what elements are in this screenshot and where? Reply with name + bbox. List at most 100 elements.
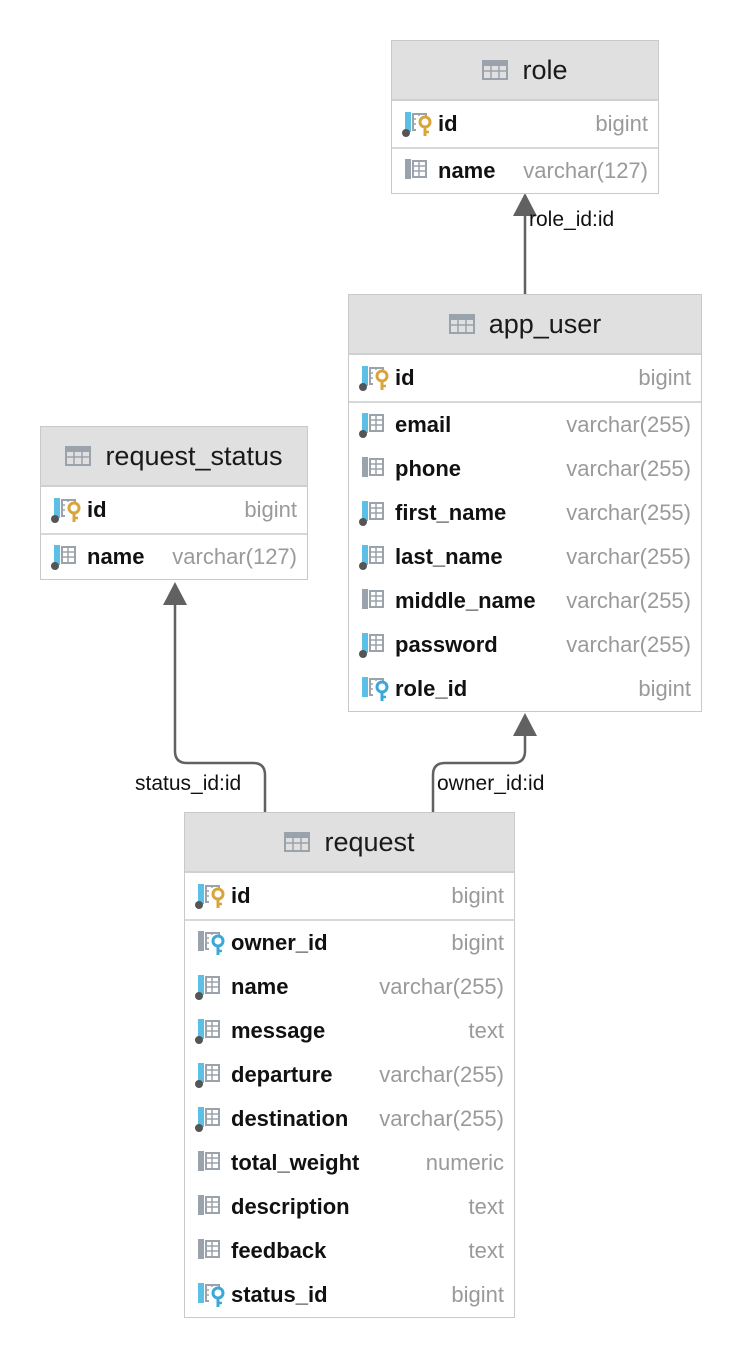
column-list: id bigint name varchar(127) bbox=[392, 101, 658, 193]
column-type: text bbox=[468, 1238, 504, 1263]
column-name: id bbox=[87, 497, 107, 522]
not-null-column-icon bbox=[359, 631, 391, 659]
table-icon bbox=[65, 446, 92, 466]
column-row-first-name[interactable]: first_name varchar(255) bbox=[349, 491, 701, 535]
column-type: varchar(255) bbox=[566, 456, 691, 481]
entity-role[interactable]: role id bigint name varchar(127) bbox=[391, 40, 659, 194]
column-type: varchar(255) bbox=[566, 544, 691, 569]
table-icon bbox=[482, 60, 509, 80]
foreign-key-column-icon bbox=[359, 675, 391, 703]
column-row-total-weight[interactable]: total_weight numeric bbox=[185, 1141, 514, 1185]
not-null-column-icon bbox=[195, 1105, 227, 1133]
column-row-status-id[interactable]: status_id bigint bbox=[185, 1273, 514, 1317]
arrowhead-request-status bbox=[163, 582, 187, 605]
column-type: bigint bbox=[451, 930, 504, 955]
column-row-role-id[interactable]: role_id bigint bbox=[349, 667, 701, 711]
table-icon bbox=[448, 314, 475, 334]
edge-label-owner: owner_id:id bbox=[437, 772, 545, 795]
foreign-key-column-icon bbox=[195, 1281, 227, 1309]
column-row-middle-name[interactable]: middle_name varchar(255) bbox=[349, 579, 701, 623]
entity-app-user[interactable]: app_user id bigint email varchar(255) phone v… bbox=[348, 294, 702, 712]
column-type: text bbox=[468, 1018, 504, 1043]
column-icon bbox=[195, 1193, 227, 1221]
column-icon bbox=[402, 157, 434, 185]
column-row-name[interactable]: name varchar(255) bbox=[185, 965, 514, 1009]
column-row-owner-id[interactable]: owner_id bigint bbox=[185, 921, 514, 965]
entity-title: request_status bbox=[105, 440, 283, 471]
column-type: varchar(127) bbox=[523, 158, 648, 183]
column-row-id[interactable]: id bigint bbox=[41, 487, 307, 535]
entity-header: role bbox=[392, 41, 658, 101]
foreign-key-column-icon bbox=[195, 929, 227, 957]
not-null-column-icon bbox=[359, 543, 391, 571]
column-row-departure[interactable]: departure varchar(255) bbox=[185, 1053, 514, 1097]
column-row-phone[interactable]: phone varchar(255) bbox=[349, 447, 701, 491]
column-row-id[interactable]: id bigint bbox=[392, 101, 658, 149]
entity-request[interactable]: request id bigint owner_id bigint name varcha… bbox=[184, 812, 515, 1318]
column-type: varchar(255) bbox=[379, 1106, 504, 1131]
column-name: last_name bbox=[395, 544, 503, 569]
column-row-password[interactable]: password varchar(255) bbox=[349, 623, 701, 667]
column-icon bbox=[359, 455, 391, 483]
column-name: feedback bbox=[231, 1238, 327, 1263]
column-row-email[interactable]: email varchar(255) bbox=[349, 403, 701, 447]
arrowhead-app-user bbox=[513, 713, 537, 736]
table-icon bbox=[284, 832, 311, 852]
edge-label-role: role_id:id bbox=[529, 208, 615, 231]
column-name: status_id bbox=[231, 1282, 328, 1307]
column-type: bigint bbox=[451, 883, 504, 908]
primary-key-column-icon bbox=[195, 882, 227, 910]
column-name: phone bbox=[395, 456, 461, 481]
column-name: first_name bbox=[395, 500, 507, 525]
not-null-column-icon bbox=[195, 1061, 227, 1089]
column-row-name[interactable]: name varchar(127) bbox=[41, 535, 307, 579]
not-null-column-icon bbox=[195, 973, 227, 1001]
entity-header: request bbox=[185, 813, 514, 873]
column-row-id[interactable]: id bigint bbox=[349, 355, 701, 403]
entity-request-status[interactable]: request_status id bigint name varchar(127) bbox=[40, 426, 308, 580]
edge-label-status: status_id:id bbox=[135, 772, 242, 795]
not-null-column-icon bbox=[359, 411, 391, 439]
primary-key-column-icon bbox=[402, 110, 434, 138]
column-type: bigint bbox=[244, 497, 297, 522]
column-type: varchar(255) bbox=[379, 974, 504, 999]
column-row-id[interactable]: id bigint bbox=[185, 873, 514, 921]
column-name: total_weight bbox=[231, 1150, 360, 1175]
column-list: id bigint email varchar(255) phone varchar(25… bbox=[349, 355, 701, 711]
column-row-message[interactable]: message text bbox=[185, 1009, 514, 1053]
column-type: varchar(255) bbox=[566, 632, 691, 657]
column-type: varchar(255) bbox=[566, 588, 691, 613]
column-type: bigint bbox=[638, 365, 691, 390]
column-name: departure bbox=[231, 1062, 333, 1087]
not-null-column-icon bbox=[195, 1017, 227, 1045]
column-type: varchar(127) bbox=[172, 544, 297, 569]
column-name: name bbox=[438, 158, 496, 183]
column-row-last-name[interactable]: last_name varchar(255) bbox=[349, 535, 701, 579]
column-name: name bbox=[87, 544, 145, 569]
column-type: bigint bbox=[595, 111, 648, 136]
column-type: numeric bbox=[425, 1150, 504, 1175]
column-name: password bbox=[395, 632, 498, 657]
entity-header: app_user bbox=[349, 295, 701, 355]
column-type: varchar(255) bbox=[566, 412, 691, 437]
primary-key-column-icon bbox=[359, 364, 391, 392]
entity-title: app_user bbox=[488, 308, 602, 339]
not-null-column-icon bbox=[51, 543, 83, 571]
entity-header: request_status bbox=[41, 427, 307, 487]
column-type: text bbox=[468, 1194, 504, 1219]
column-row-description[interactable]: description text bbox=[185, 1185, 514, 1229]
column-list: id bigint owner_id bigint name varchar(255) me… bbox=[185, 873, 514, 1317]
column-row-destination[interactable]: destination varchar(255) bbox=[185, 1097, 514, 1141]
column-type: bigint bbox=[451, 1282, 504, 1307]
column-name: role_id bbox=[395, 676, 468, 701]
column-name: email bbox=[395, 412, 452, 437]
column-icon bbox=[195, 1149, 227, 1177]
not-null-column-icon bbox=[359, 499, 391, 527]
column-row-feedback[interactable]: feedback text bbox=[185, 1229, 514, 1273]
column-row-name[interactable]: name varchar(127) bbox=[392, 149, 658, 193]
column-name: message bbox=[231, 1018, 326, 1043]
column-type: varchar(255) bbox=[566, 500, 691, 525]
column-name: owner_id bbox=[231, 930, 328, 955]
column-name: description bbox=[231, 1194, 350, 1219]
column-icon bbox=[359, 587, 391, 615]
